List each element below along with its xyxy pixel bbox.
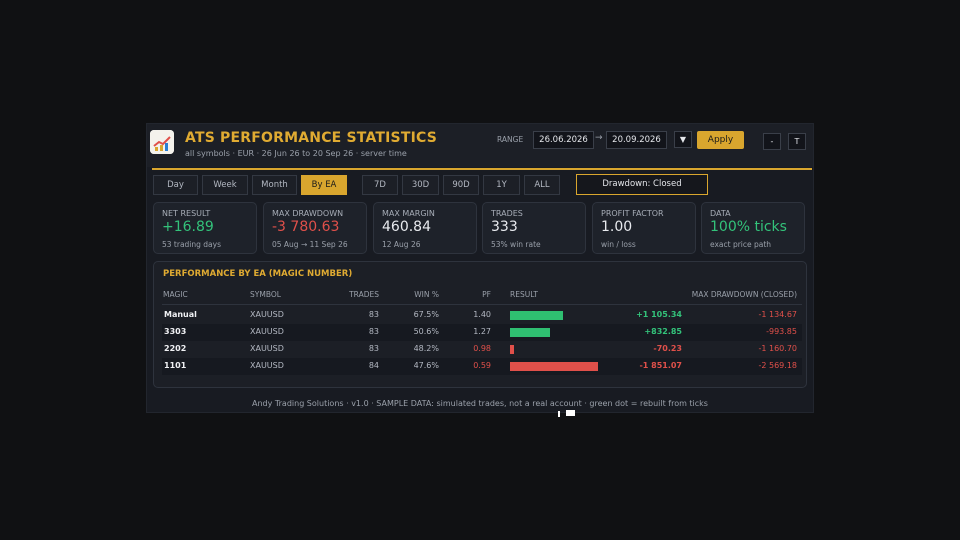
cell-profit-factor: 0.59 [473, 361, 491, 370]
card-subtext: 53 trading days [162, 240, 221, 249]
card-max-drawdown: MAX DRAWDOWN -3 780.63 05 Aug → 11 Sep 2… [263, 202, 367, 254]
result-bar [510, 311, 563, 320]
tab-all[interactable]: ALL [524, 175, 560, 195]
table-row[interactable]: 1101 XAUUSD 84 47.6% 0.59 -1 851.07 -2 569.18 [162, 358, 802, 375]
cell-magic: 2202 [164, 344, 187, 353]
result-bar [510, 362, 598, 371]
cell-profit-factor: 1.27 [473, 327, 491, 336]
card-subtext: 05 Aug → 11 Sep 26 [272, 240, 348, 249]
card-value: -3 780.63 [272, 219, 340, 235]
header-divider [152, 168, 812, 170]
cell-win-rate: 48.2% [413, 344, 439, 353]
column-header-magic: MAGIC [163, 290, 188, 299]
card-value: 100% ticks [710, 219, 787, 235]
column-header-result: RESULT [510, 290, 538, 299]
cell-max-drawdown: -2 569.18 [758, 361, 797, 370]
tab-7d[interactable]: 7D [362, 175, 398, 195]
card-label: MAX DRAWDOWN [272, 209, 344, 218]
tab-30d[interactable]: 30D [402, 175, 439, 195]
tab-week[interactable]: Week [202, 175, 248, 195]
column-header-win: WIN % [414, 290, 439, 299]
range-label: RANGE [497, 135, 524, 144]
tab-day[interactable]: Day [153, 175, 198, 195]
table-header-divider [162, 304, 802, 305]
card-value: 1.00 [601, 219, 633, 235]
card-subtext: exact price path [710, 240, 772, 249]
card-label: DATA [710, 209, 731, 218]
minimize-button[interactable]: - [763, 133, 781, 150]
card-label: TRADES [491, 209, 523, 218]
tab-by-ea[interactable]: By EA [301, 175, 347, 195]
cursor-mark [558, 411, 560, 417]
topmost-button[interactable]: T [788, 133, 806, 150]
app-logo-icon [150, 130, 174, 154]
cell-symbol: XAUUSD [250, 327, 284, 336]
table-title: PERFORMANCE BY EA (MAGIC NUMBER) [163, 269, 353, 279]
card-subtext: win / loss [601, 240, 636, 249]
cell-max-drawdown: -1 134.67 [758, 310, 797, 319]
cell-trades: 83 [368, 310, 379, 319]
cell-win-rate: 47.6% [413, 361, 439, 370]
cell-symbol: XAUUSD [250, 344, 284, 353]
date-range-arrow: → [595, 133, 603, 143]
cell-profit-factor: 0.98 [473, 344, 491, 353]
cursor-mark [566, 410, 575, 416]
cell-symbol: XAUUSD [250, 361, 284, 370]
cell-profit-factor: 1.40 [473, 310, 491, 319]
cell-trades: 83 [368, 344, 379, 353]
app-title: ATS PERFORMANCE STATISTICS [185, 130, 438, 146]
column-header-trades: TRADES [349, 290, 379, 299]
column-header-symbol: SYMBOL [250, 290, 281, 299]
cell-win-rate: 50.6% [413, 327, 439, 336]
column-header-pf: PF [482, 290, 491, 299]
cell-magic: 1101 [164, 361, 187, 370]
column-header-max-drawdown: MAX DRAWDOWN (CLOSED) [691, 290, 797, 299]
card-value: 460.84 [382, 219, 431, 235]
table-row[interactable]: 3303 XAUUSD 83 50.6% 1.27 +832.85 -993.85 [162, 324, 802, 341]
apply-button[interactable]: Apply [697, 131, 744, 149]
cell-result: -70.23 [653, 344, 682, 353]
cell-magic: Manual [164, 310, 197, 319]
cell-magic: 3303 [164, 327, 187, 336]
card-label: MAX MARGIN [382, 209, 435, 218]
card-value: 333 [491, 219, 518, 235]
drawdown-mode-button[interactable]: Drawdown: Closed [576, 174, 708, 195]
app-subtitle: all symbols · EUR · 26 Jun 26 to 20 Sep … [185, 149, 407, 158]
result-bar [510, 328, 550, 337]
chevron-down-icon: ▼ [679, 135, 687, 144]
card-profit-factor: PROFIT FACTOR 1.00 win / loss [592, 202, 696, 254]
cell-symbol: XAUUSD [250, 310, 284, 319]
cell-win-rate: 67.5% [413, 310, 439, 319]
card-trades: TRADES 333 53% win rate [482, 202, 586, 254]
tab-90d[interactable]: 90D [443, 175, 479, 195]
table-row[interactable]: Manual XAUUSD 83 67.5% 1.40 +1 105.34 -1 134.6… [162, 307, 802, 324]
ea-performance-table: PERFORMANCE BY EA (MAGIC NUMBER) MAGIC S… [153, 261, 807, 388]
cell-max-drawdown: -993.85 [766, 327, 797, 336]
tab-month[interactable]: Month [252, 175, 297, 195]
card-value: +16.89 [162, 219, 214, 235]
card-subtext: 12 Aug 26 [382, 240, 421, 249]
date-to-input[interactable]: 20.09.2026 [606, 131, 667, 149]
cell-result: -1 851.07 [639, 361, 682, 370]
card-subtext: 53% win rate [491, 240, 541, 249]
statistics-panel: ATS PERFORMANCE STATISTICS all symbols ·… [146, 123, 814, 413]
card-label: NET RESULT [162, 209, 211, 218]
cell-trades: 83 [368, 327, 379, 336]
date-from-input[interactable]: 26.06.2026 [533, 131, 594, 149]
cell-result: +832.85 [644, 327, 682, 336]
footer-text: Andy Trading Solutions · v1.0 · SAMPLE D… [252, 399, 708, 408]
header-bar: ATS PERFORMANCE STATISTICS all symbols ·… [147, 124, 813, 167]
cell-result: +1 105.34 [636, 310, 682, 319]
table-row[interactable]: 2202 XAUUSD 83 48.2% 0.98 -70.23 -1 160.70 [162, 341, 802, 358]
card-max-margin: MAX MARGIN 460.84 12 Aug 26 [373, 202, 477, 254]
card-label: PROFIT FACTOR [601, 209, 664, 218]
cell-trades: 84 [368, 361, 379, 370]
range-dropdown-button[interactable]: ▼ [674, 131, 692, 148]
tab-1y[interactable]: 1Y [483, 175, 520, 195]
card-net-result: NET RESULT +16.89 53 trading days [153, 202, 257, 254]
cell-max-drawdown: -1 160.70 [758, 344, 797, 353]
result-bar [510, 345, 514, 354]
card-data: DATA 100% ticks exact price path [701, 202, 805, 254]
